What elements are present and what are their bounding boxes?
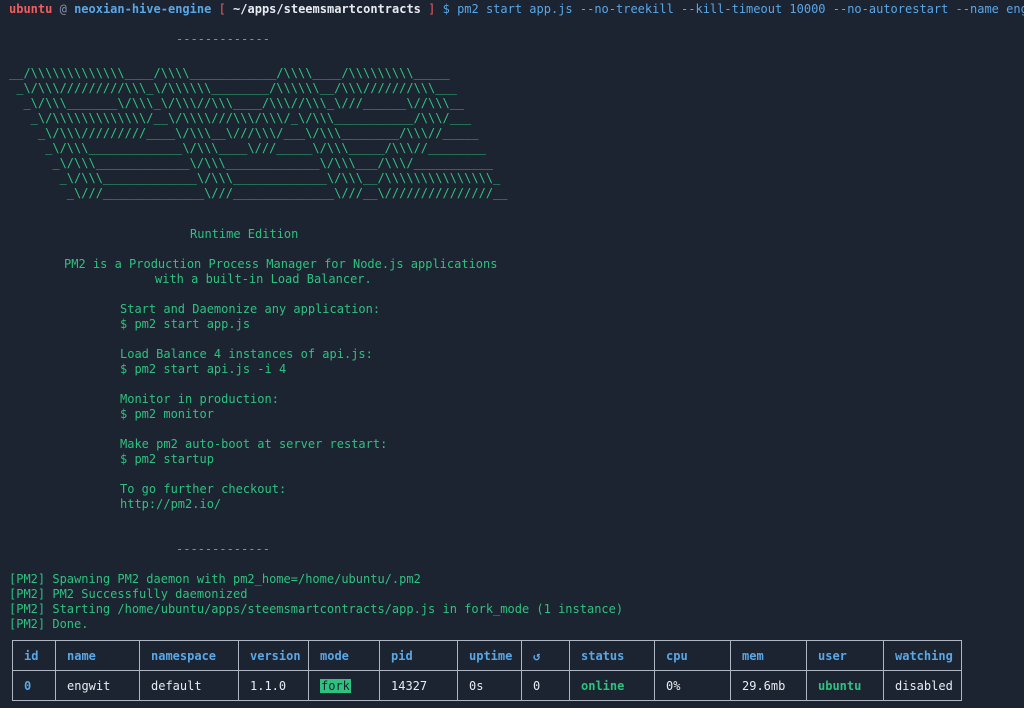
prompt-user: ubuntu <box>9 2 53 16</box>
terminal-window[interactable]: ubuntu @ neoxian-hive-engine [ ~/apps/st… <box>0 0 1024 708</box>
pm2-description-2: with a built-in Load Balancer. <box>155 272 372 286</box>
ascii-art-line: _\/\\\_____________\/\\\____\///_____\/\… <box>9 141 486 155</box>
prompt-dollar: $ <box>442 2 450 16</box>
cell-mem: 29.6mb <box>730 670 807 701</box>
tip-command: $ pm2 start api.js -i 4 <box>120 362 287 376</box>
col-header-mem: mem <box>730 640 807 671</box>
log-line: [PM2] PM2 Successfully daemonized <box>9 587 248 601</box>
prompt-bracket-open: [ <box>218 2 226 16</box>
tip-title: To go further checkout: <box>120 482 287 496</box>
ascii-art-line: __/\\\\\\\\\\\\\____/\\\\____________/\\… <box>9 66 450 80</box>
col-header-pid: pid <box>379 640 458 671</box>
col-header-user: user <box>806 640 884 671</box>
cell-user: ubuntu <box>806 670 884 701</box>
col-header-watching: watching <box>883 640 962 671</box>
prompt-at: @ <box>59 2 67 16</box>
table-header-row: id name namespace version mode pid uptim… <box>12 640 962 671</box>
banner-rule-bottom: ------------- <box>176 542 270 556</box>
cell-uptime: 0s <box>457 670 522 701</box>
col-header-restarts: ↺ <box>521 640 570 671</box>
cell-version: 1.1.0 <box>238 670 309 701</box>
edition-text: Runtime Edition <box>190 227 299 241</box>
cell-status: online <box>569 670 655 701</box>
col-header-name: name <box>55 640 140 671</box>
ascii-art-line: _\/\\\/////////\\\_\/\\\\\\________/\\\\… <box>9 81 457 95</box>
tip-command: $ pm2 start app.js <box>120 317 251 331</box>
cell-mode: fork <box>308 670 380 701</box>
col-header-cpu: cpu <box>654 640 731 671</box>
cell-name: engwit <box>55 670 140 701</box>
ascii-art-line: _\/\\\_____________\/\\\_____________\/\… <box>9 171 501 185</box>
cell-restarts: 0 <box>521 670 570 701</box>
ascii-art-line: _\/\\\\\\\\\\\\\/__\/\\\\///\\\/\\\/_\/\… <box>9 111 472 125</box>
tip-command: $ pm2 startup <box>120 452 214 466</box>
tip-title: Make pm2 auto-boot at server restart: <box>120 437 388 451</box>
ascii-art-line: _\///______________\///______________\//… <box>9 186 508 200</box>
cell-id: 0 <box>12 670 56 701</box>
prompt-path: ~/apps/steemsmartcontracts <box>233 2 421 16</box>
col-header-namespace: namespace <box>139 640 239 671</box>
col-header-uptime: uptime <box>457 640 522 671</box>
pm2-link[interactable]: http://pm2.io/ <box>120 497 221 512</box>
pm2-description: PM2 is a Production Process Manager for … <box>64 257 498 271</box>
mode-badge: fork <box>320 678 351 693</box>
tip-title: Monitor in production: <box>120 392 279 406</box>
cell-watching: disabled <box>883 670 962 701</box>
col-header-id: id <box>12 640 56 671</box>
cell-namespace: default <box>139 670 239 701</box>
tip-title: Load Balance 4 instances of api.js: <box>120 347 373 361</box>
cell-pid: 14327 <box>379 670 458 701</box>
log-line: [PM2] Done. <box>9 617 89 631</box>
ascii-art-line: _\/\\\_____________\/\\\_____________\/\… <box>9 156 494 170</box>
col-header-status: status <box>569 640 655 671</box>
table-row[interactable]: 0 engwit default 1.1.0 fork 14327 0s 0 o… <box>12 670 962 701</box>
ascii-art-line: _\/\\\_______\/\\\_\/\\\//\\\____/\\\//\… <box>9 96 465 110</box>
prompt-bracket-close: ] <box>428 2 436 16</box>
tip-title: Start and Daemonize any application: <box>120 302 381 316</box>
log-line: [PM2] Spawning PM2 daemon with pm2_home=… <box>9 572 421 586</box>
prompt-line: ubuntu @ neoxian-hive-engine [ ~/apps/st… <box>9 2 1024 17</box>
cell-cpu: 0% <box>654 670 731 701</box>
prompt-host: neoxian-hive-engine <box>74 2 212 16</box>
ascii-art-line: _\/\\\/////////____\/\\\__\///\\\/___\/\… <box>9 126 479 140</box>
col-header-mode: mode <box>308 640 380 671</box>
process-table: id name namespace version mode pid uptim… <box>12 640 962 701</box>
tip-command: $ pm2 monitor <box>120 407 214 421</box>
log-line: [PM2] Starting /home/ubuntu/apps/steemsm… <box>9 602 624 616</box>
command-text: pm2 start app.js --no-treekill --kill-ti… <box>457 2 1024 16</box>
col-header-version: version <box>238 640 309 671</box>
banner-rule-top: ------------- <box>176 32 270 46</box>
